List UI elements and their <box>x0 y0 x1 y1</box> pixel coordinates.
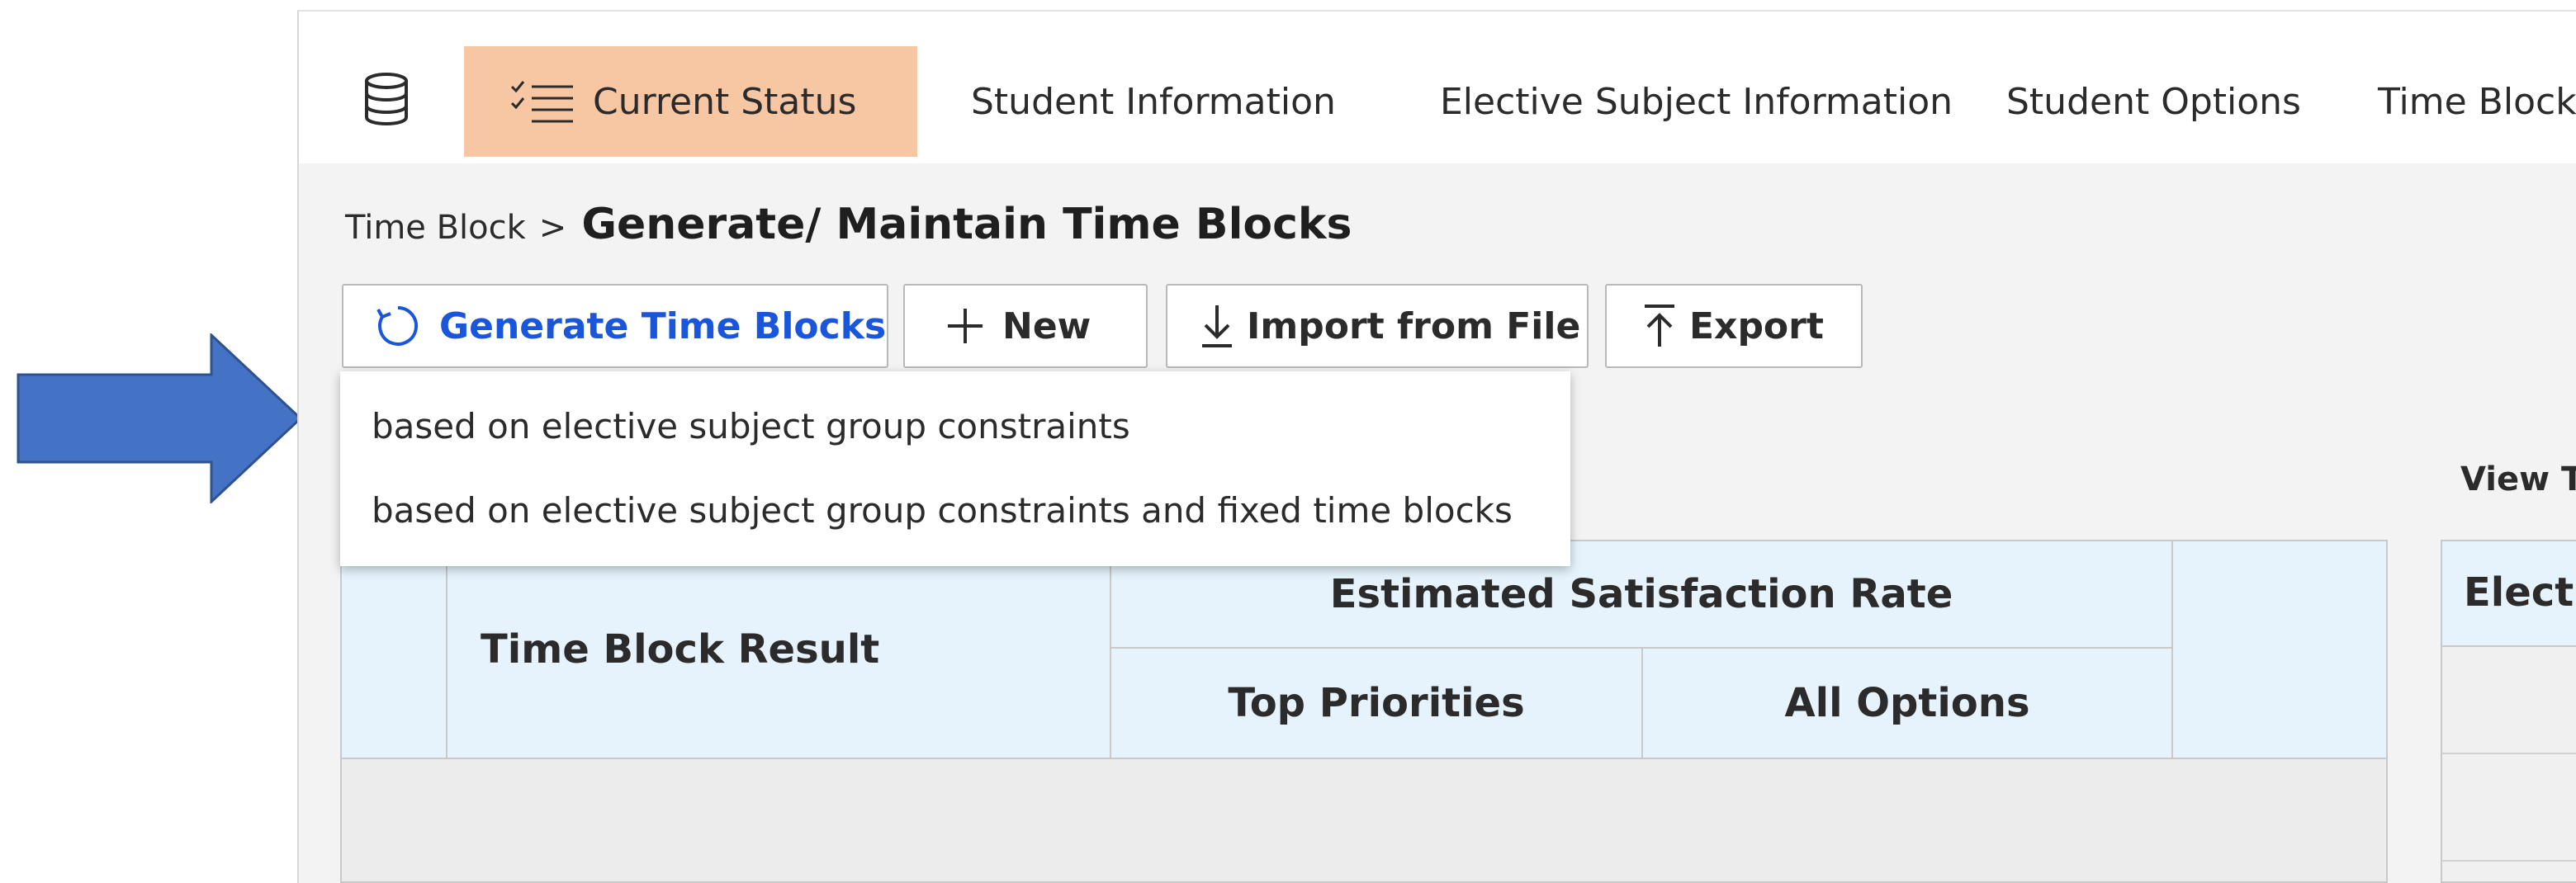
header-top-priorities[interactable]: Top Priorities <box>1111 649 1641 758</box>
generate-time-blocks-button[interactable]: Generate Time Blocks <box>342 284 932 368</box>
import-label: Import from File <box>1247 305 1581 347</box>
nav-time-block[interactable]: Time Block <box>2378 46 2576 157</box>
table-header: Time Block Result Estimated Satisfaction… <box>342 541 2386 759</box>
breadcrumb-parent-link[interactable]: Time Block <box>345 209 526 247</box>
header-all-options[interactable]: All Options <box>1643 649 2171 758</box>
page-title: Generate/ Maintain Time Blocks <box>581 200 1352 249</box>
table-header: Electi <box>2442 541 2576 647</box>
nav-student-information[interactable]: Student Information <box>971 46 1336 157</box>
time-block-results-table: Time Block Result Estimated Satisfaction… <box>340 540 2388 883</box>
generate-label: Generate Time Blocks <box>439 305 887 347</box>
export-label: Export <box>1689 305 1824 347</box>
refresh-icon <box>376 306 419 346</box>
database-icon[interactable] <box>362 73 411 125</box>
nav-label: Student Information <box>971 80 1336 123</box>
nav-student-options[interactable]: Student Options <box>2006 46 2301 157</box>
nav-label: Student Options <box>2006 80 2301 123</box>
nav-label: Elective Subject Information <box>1440 80 1953 123</box>
import-from-file-button[interactable]: Import from File <box>1166 284 1589 368</box>
breadcrumb-separator: > <box>538 209 567 247</box>
generate-options-menu: based on elective subject group constrai… <box>340 371 1570 566</box>
header-elective[interactable]: Electi <box>2464 569 2576 616</box>
new-button[interactable]: New <box>903 284 1148 368</box>
elective-subject-table: Electi <box>2441 540 2576 883</box>
arrow-right-icon <box>17 333 302 503</box>
top-navigation: Current Status Student Information Elect… <box>299 12 2576 163</box>
nav-current-status[interactable]: Current Status <box>464 46 918 157</box>
checklist-icon <box>510 81 573 123</box>
plus-icon <box>948 309 983 343</box>
nav-label: Time Block <box>2378 80 2576 123</box>
menu-item-group-constraints-fixed-blocks[interactable]: based on elective subject group constrai… <box>372 490 1513 531</box>
export-button[interactable]: Export <box>1605 284 1863 368</box>
nav-label: Current Status <box>593 80 857 123</box>
view-label: View T <box>2460 460 2576 498</box>
breadcrumb: Time Block > Generate/ Maintain Time Blo… <box>345 200 1352 249</box>
app-window: Current Status Student Information Elect… <box>297 10 2576 883</box>
header-time-block-result[interactable]: Time Block Result <box>446 541 1110 758</box>
nav-elective-subject-information[interactable]: Elective Subject Information <box>1440 46 1953 157</box>
menu-item-group-constraints[interactable]: based on elective subject group constrai… <box>372 406 1130 446</box>
upload-icon <box>1645 305 1674 347</box>
download-icon <box>1202 305 1232 347</box>
new-label: New <box>1002 305 1091 347</box>
